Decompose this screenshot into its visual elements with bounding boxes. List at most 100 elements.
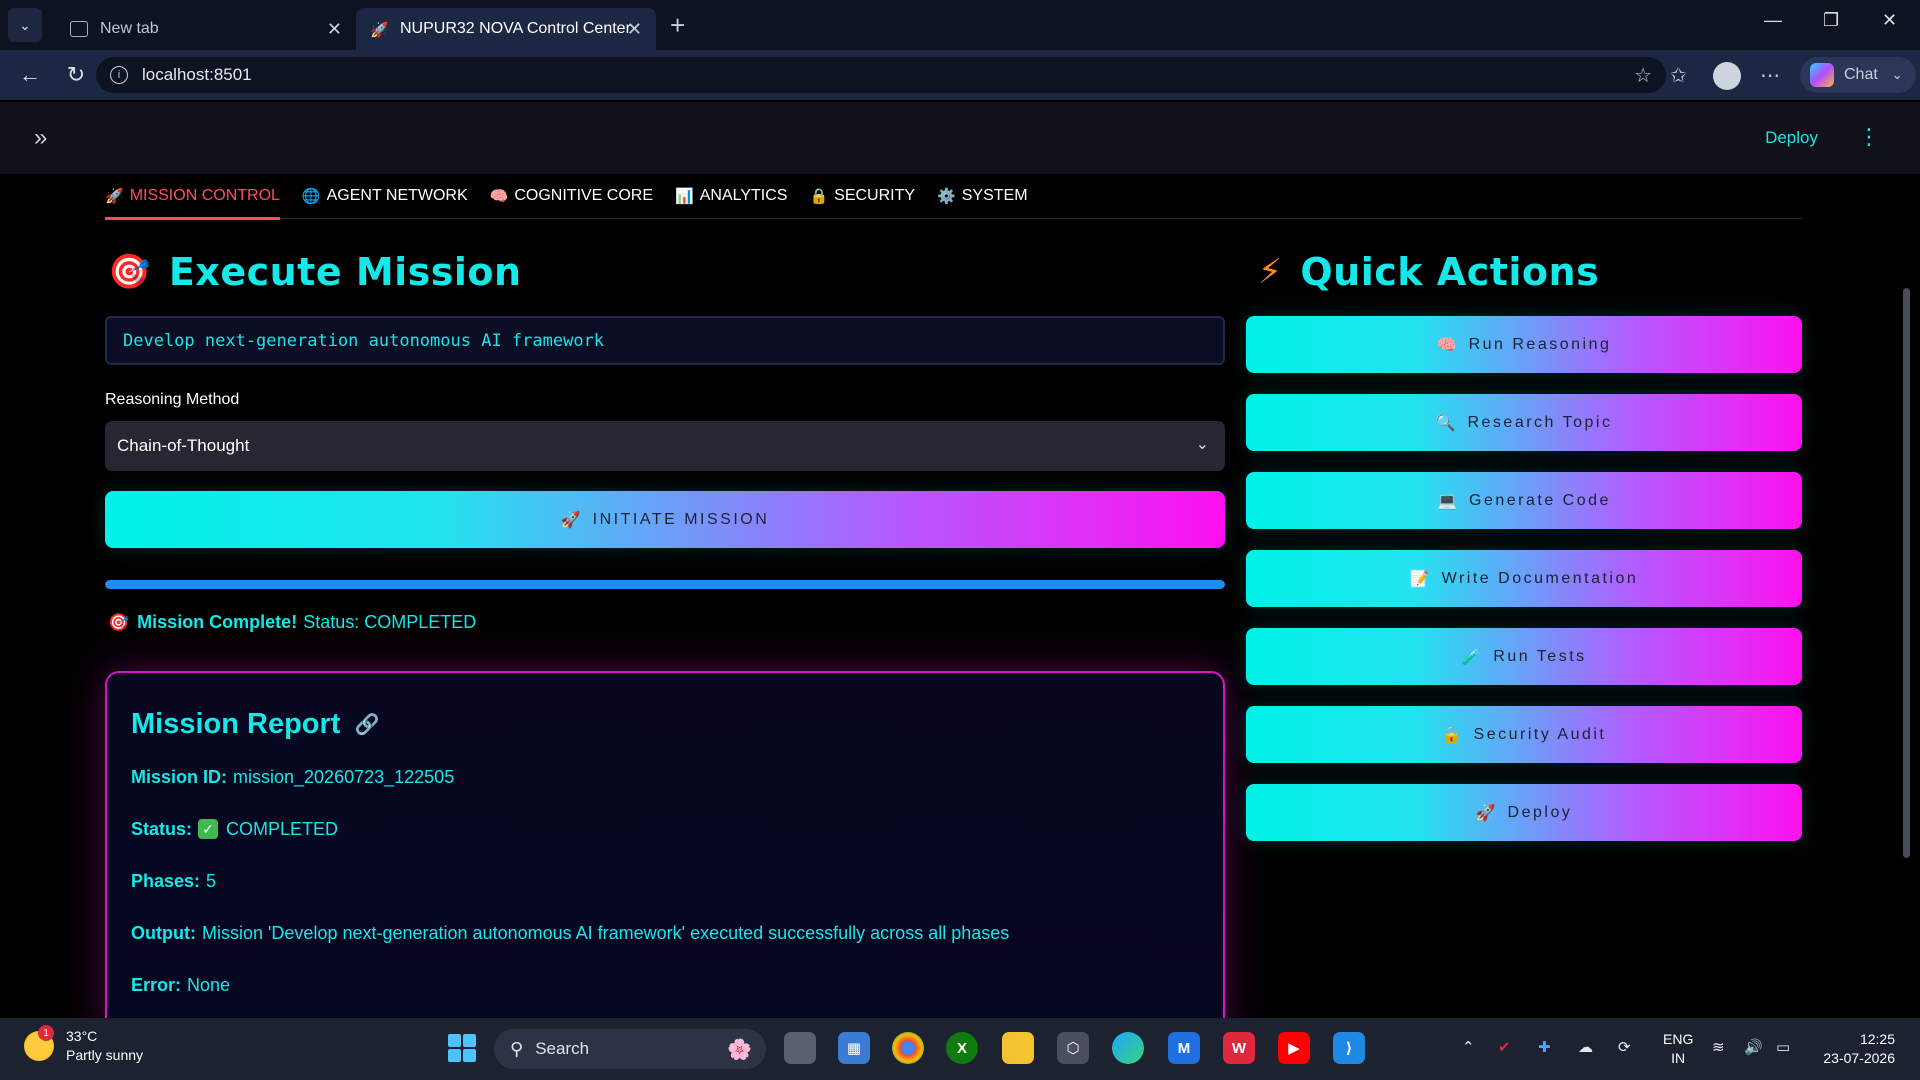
tab-security[interactable]: 🔒 SECURITY	[809, 174, 915, 219]
run-reasoning-button[interactable]: 🧠 Run Reasoning	[1246, 316, 1802, 373]
run-tests-button[interactable]: 🧪 Run Tests	[1246, 628, 1802, 685]
button-label: Deploy	[1507, 803, 1573, 821]
field-label: Output:	[131, 922, 196, 943]
mission-input-value: Develop next-generation autonomous AI fr…	[123, 330, 605, 351]
tab-analytics[interactable]: 📊 ANALYTICS	[675, 174, 787, 219]
windows-start-icon[interactable]	[448, 1034, 476, 1062]
execute-mission-heading: 🎯 Execute Mission	[108, 250, 522, 294]
field-value: Mission 'Develop next-generation autonom…	[201, 922, 1010, 943]
gear-icon: ⚙️	[937, 188, 956, 205]
expand-sidebar-icon[interactable]: »	[34, 124, 47, 152]
select-value: Chain-of-Thought	[117, 436, 250, 455]
taskbar-search[interactable]: ⚲ Search 🌸	[494, 1029, 766, 1069]
tab-label: SYSTEM	[961, 187, 1028, 204]
vscode-icon[interactable]: ⟩	[1333, 1032, 1365, 1064]
edge-browser-icon[interactable]	[1112, 1032, 1144, 1064]
heading-text: Quick Actions	[1300, 250, 1600, 294]
tab-label: COGNITIVE CORE	[514, 187, 654, 204]
profile-avatar[interactable]	[1713, 62, 1741, 90]
close-icon[interactable]: ✕	[627, 19, 642, 40]
anchor-link-icon[interactable]: 🔗	[354, 712, 379, 737]
security-audit-button[interactable]: 🔒 Security Audit	[1246, 706, 1802, 763]
weather-widget[interactable]: 1 33°C Partly sunny	[24, 1025, 144, 1065]
mission-input[interactable]: Develop next-generation autonomous AI fr…	[105, 316, 1225, 365]
microsoft-store-icon[interactable]: ▦	[838, 1032, 870, 1064]
field-label: Error:	[131, 974, 182, 995]
window-close-icon[interactable]: ✕	[1882, 10, 1897, 31]
app-icon[interactable]: ⬡	[1057, 1032, 1089, 1064]
tab-actions-chevron-icon[interactable]: ⌄	[8, 8, 42, 42]
minimize-icon[interactable]: —	[1764, 10, 1782, 31]
new-tab-plus-icon[interactable]: +	[670, 10, 685, 41]
browser-tab-nova[interactable]: 🚀 NUPUR32 NOVA Control Center ✕	[356, 8, 656, 50]
tab-mission-control[interactable]: 🚀 MISSION CONTROL	[105, 174, 280, 220]
more-options-icon[interactable]: ⋯	[1760, 63, 1780, 88]
progress-fill	[105, 580, 1225, 589]
system-clock[interactable]: 12:25 23-07-2026	[1815, 1030, 1895, 1068]
tab-label: SECURITY	[834, 187, 916, 204]
bar-chart-icon: 📊	[675, 188, 694, 205]
status-bold: Mission Complete!	[137, 612, 298, 632]
file-explorer-icon[interactable]	[1002, 1032, 1034, 1064]
button-label: Security Audit	[1473, 725, 1607, 743]
page-scrollbar[interactable]	[1903, 288, 1910, 858]
deploy-button[interactable]: Deploy	[1765, 128, 1818, 148]
reasoning-method-select[interactable]: Chain-of-Thought ⌄	[105, 421, 1225, 471]
app-tab-list: 🚀 MISSION CONTROL 🌐 AGENT NETWORK 🧠 COGN…	[105, 174, 1802, 220]
tray-app-icon[interactable]: ✚	[1538, 1038, 1551, 1056]
site-info-icon[interactable]: i	[110, 66, 128, 84]
battery-icon[interactable]: ▭	[1776, 1038, 1790, 1056]
main-menu-icon[interactable]: ⋮	[1858, 124, 1880, 150]
lang-line1: ENG	[1663, 1031, 1694, 1047]
chrome-icon[interactable]	[892, 1032, 924, 1064]
tab-agent-network[interactable]: 🌐 AGENT NETWORK	[302, 174, 468, 219]
tray-app-icon[interactable]: ✔	[1498, 1038, 1511, 1056]
report-output: Output: Mission 'Develop next-generation…	[131, 921, 1199, 945]
research-topic-button[interactable]: 🔍 Research Topic	[1246, 394, 1802, 451]
xbox-icon[interactable]: X	[946, 1032, 978, 1064]
tab-label: MISSION CONTROL	[129, 187, 280, 204]
copilot-chat-button[interactable]: Chat ⌄	[1800, 57, 1916, 93]
favorite-star-icon[interactable]: ☆	[1634, 63, 1652, 88]
heading-text: Execute Mission	[168, 250, 522, 294]
lang-line2: IN	[1671, 1050, 1686, 1066]
browser-tab-bar: ⌄ New tab ✕ 🚀 NUPUR32 NOVA Control Cente…	[0, 0, 1920, 50]
wifi-icon[interactable]: ≋	[1712, 1038, 1725, 1056]
address-bar: ← ↻ i localhost:8501 ☆ ✩ ⋯	[0, 50, 1920, 100]
volume-icon[interactable]: 🔊	[1744, 1038, 1763, 1056]
report-error: Error: None	[131, 973, 1199, 997]
restore-icon[interactable]: ❐	[1823, 10, 1839, 31]
back-arrow-icon[interactable]: ←	[14, 62, 46, 88]
wps-office-icon[interactable]: W	[1223, 1032, 1255, 1064]
lock-icon: 🔒	[809, 188, 829, 205]
url-field[interactable]: i localhost:8501 ☆	[96, 57, 1666, 93]
youtube-icon[interactable]: ▶	[1278, 1032, 1310, 1064]
clock-date: 23-07-2026	[1823, 1050, 1895, 1066]
generate-code-button[interactable]: 💻 Generate Code	[1246, 472, 1802, 529]
deploy-action-button[interactable]: 🚀 Deploy	[1246, 784, 1802, 841]
sync-icon[interactable]: ⟳	[1618, 1038, 1631, 1056]
tab-system[interactable]: ⚙️ SYSTEM	[937, 174, 1027, 219]
browser-tab-new-tab[interactable]: New tab ✕	[56, 8, 356, 50]
write-documentation-button[interactable]: 📝 Write Documentation	[1246, 550, 1802, 607]
close-icon[interactable]: ✕	[327, 19, 342, 40]
page-icon	[70, 21, 88, 37]
initiate-mission-button[interactable]: 🚀 INITIATE MISSION	[105, 491, 1225, 548]
app-icon[interactable]: M	[1168, 1032, 1200, 1064]
show-hidden-icons-chevron-icon[interactable]: ⌃	[1462, 1038, 1475, 1056]
onedrive-icon[interactable]: ☁	[1578, 1038, 1593, 1056]
button-label: Write Documentation	[1441, 569, 1639, 587]
report-phases: Phases: 5	[131, 869, 1199, 893]
mission-progress-bar	[105, 580, 1225, 589]
tab-cognitive-core[interactable]: 🧠 COGNITIVE CORE	[490, 174, 653, 219]
input-language-indicator[interactable]: ENG IN	[1663, 1030, 1693, 1068]
rocket-icon: 🚀	[1475, 804, 1496, 822]
task-view-icon[interactable]	[784, 1032, 816, 1064]
chevron-down-icon: ⌄	[1195, 436, 1209, 453]
rocket-icon: 🚀	[560, 511, 581, 529]
refresh-icon[interactable]: ↻	[60, 62, 92, 88]
favorites-icon[interactable]: ✩	[1670, 63, 1687, 88]
lightning-icon: ⚡	[1258, 252, 1283, 292]
weather-description: Partly sunny	[66, 1047, 144, 1063]
windows-taskbar: 1 33°C Partly sunny ⚲ Search 🌸 ▦ X ⬡ M W…	[0, 1018, 1920, 1080]
